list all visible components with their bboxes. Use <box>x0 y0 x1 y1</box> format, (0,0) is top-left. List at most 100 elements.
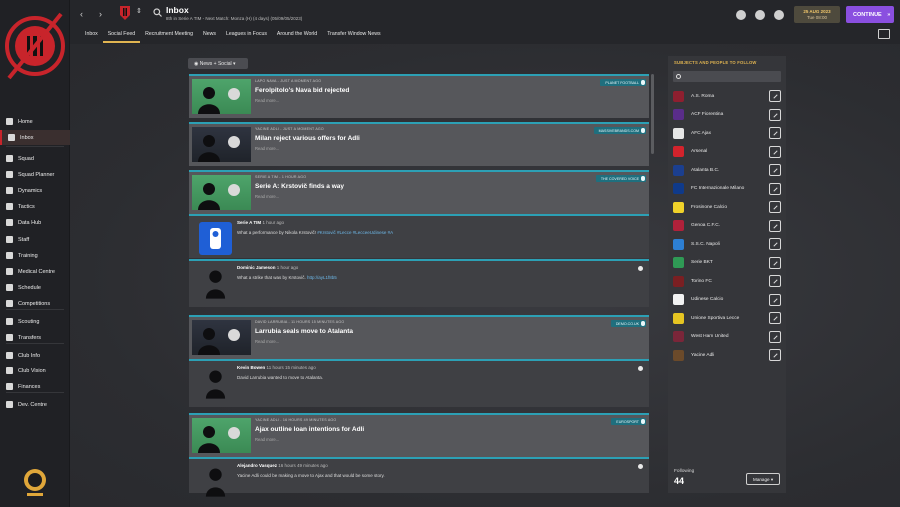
follow-toggle-icon[interactable] <box>769 330 781 343</box>
post-tags[interactable]: #Krstovič #Lecce #LecceeUdinese #A <box>317 230 393 235</box>
author-avatar[interactable] <box>199 465 232 498</box>
follow-toggle-icon[interactable] <box>769 256 781 269</box>
switch-club-icon[interactable]: ⇕ <box>136 7 142 15</box>
follow-item[interactable]: Udinese Calcio <box>673 292 783 308</box>
manage-button[interactable]: Manage ▾ <box>746 473 780 485</box>
follow-item[interactable]: Torino FC <box>673 273 783 289</box>
author-name[interactable]: Alejandro Vasquez <box>237 463 277 468</box>
tab-around-the-world[interactable]: Around the World <box>272 30 322 43</box>
author-avatar[interactable] <box>199 222 232 255</box>
news-title[interactable]: Serie A: Krstovič finds a way <box>255 183 344 190</box>
follow-item[interactable]: Arsenal <box>673 144 783 160</box>
search-icon[interactable] <box>153 8 162 17</box>
news-title[interactable]: Larrubia seals move to Atalanta <box>255 328 353 335</box>
tab-news[interactable]: News <box>198 30 221 43</box>
sidebar-item-dynamics[interactable]: Dynamics <box>0 183 70 198</box>
sidebar-item-training[interactable]: Training <box>0 248 70 263</box>
author-name[interactable]: Kevin Bowen <box>237 365 265 370</box>
sidebar-item-scouting[interactable]: Scouting <box>0 314 70 329</box>
sidebar-item-tactics[interactable]: Tactics <box>0 199 70 214</box>
app-root: { "sidebar": { "items": [ {"label": "Hom… <box>0 0 900 507</box>
social-post[interactable]: Kevin Bowen 11 hours 15 minutes ago David… <box>189 359 649 407</box>
sidebar-item-dev-centre[interactable]: Dev. Centre <box>0 397 70 412</box>
notifications-icon[interactable] <box>774 10 784 20</box>
news-card[interactable]: YACINE ADLI - JUST A MOMENT AGO Milan rej… <box>189 122 649 166</box>
follow-toggle-icon[interactable] <box>769 201 781 213</box>
club-crest-icon[interactable] <box>3 8 67 88</box>
follow-item[interactable]: Frosinone Calcio <box>673 199 783 215</box>
follow-toggle-icon[interactable] <box>769 145 781 158</box>
social-post[interactable]: Serie A TIM 1 hour ago What a performance… <box>189 214 649 258</box>
follow-toggle-icon[interactable] <box>769 164 781 176</box>
tab-transfer-window-news[interactable]: Transfer Window News <box>322 30 385 43</box>
follow-search-input[interactable] <box>673 71 781 82</box>
read-more-link[interactable]: Read more... <box>255 146 279 151</box>
follow-toggle-icon[interactable] <box>769 182 781 195</box>
follow-item[interactable]: FC Internazionale Milano <box>673 181 783 197</box>
help-icon[interactable] <box>755 10 765 20</box>
tab-social-feed[interactable]: Social Feed <box>102 30 141 43</box>
read-more-link[interactable]: Read more... <box>255 437 279 442</box>
follow-toggle-icon[interactable] <box>769 238 781 250</box>
club-badge-icon[interactable] <box>119 5 131 21</box>
news-card[interactable]: SERIE A TIM - 1 HOUR AGO Serie A: Krstovi… <box>189 170 649 214</box>
chat-icon[interactable] <box>878 29 890 39</box>
follow-item[interactable]: West Ham United <box>673 329 783 345</box>
follow-toggle-icon[interactable] <box>769 312 781 324</box>
follow-item[interactable]: S.S.C. Napoli <box>673 236 783 252</box>
tab-inbox[interactable]: Inbox <box>80 30 103 43</box>
author-avatar[interactable] <box>199 267 232 300</box>
news-title[interactable]: Ajax outline loan intentions for Adli <box>255 426 364 433</box>
author-name[interactable]: Serie A TIM <box>237 220 261 225</box>
social-post[interactable]: Alejandro Vasquez 16 hours 49 minutes ag… <box>189 457 649 497</box>
back-arrow-icon[interactable]: ‹ <box>80 9 83 19</box>
read-more-link[interactable]: Read more... <box>255 98 279 103</box>
follow-item[interactable]: AFC Ajax <box>673 125 783 141</box>
news-card[interactable]: YACINE ADLI - 16 HOURS 49 MINUTES AGO Aja… <box>189 413 649 457</box>
feed-scrollbar[interactable] <box>651 74 654 154</box>
sidebar: Home Inbox Squad Squad Planner Dynamics Tacti… <box>0 0 70 507</box>
sidebar-item-medical-centre[interactable]: Medical Centre <box>0 264 70 279</box>
follow-item[interactable]: Serie BKT <box>673 255 783 271</box>
author-avatar[interactable] <box>199 367 232 400</box>
news-title[interactable]: Ferolpitolo's Nava bid rejected <box>255 87 349 94</box>
squad-icon <box>6 155 13 162</box>
sidebar-item-home[interactable]: Home <box>0 114 70 129</box>
author-name[interactable]: Dominic Jameson <box>237 265 276 270</box>
sidebar-item-schedule[interactable]: Schedule <box>0 280 70 295</box>
sidebar-item-staff[interactable]: Staff <box>0 232 70 247</box>
sidebar-item-data-hub[interactable]: Data Hub <box>0 215 70 230</box>
sidebar-item-squad[interactable]: Squad <box>0 151 70 166</box>
follow-item[interactable]: ACF Fiorentina <box>673 107 783 123</box>
follow-toggle-icon[interactable] <box>769 349 781 361</box>
sidebar-item-club-vision[interactable]: Club Vision <box>0 363 70 378</box>
continue-button[interactable]: CONTINUE » <box>846 6 894 23</box>
read-more-link[interactable]: Read more... <box>255 339 279 344</box>
follow-toggle-icon[interactable] <box>769 108 781 121</box>
settings-icon[interactable] <box>736 10 746 20</box>
news-card[interactable]: LAPO NAVA - JUST A MOMENT AGO Ferolpitolo… <box>189 74 649 118</box>
follow-item[interactable]: Unione Sportiva Lecce <box>673 310 783 326</box>
feed-filter-dropdown[interactable]: ◉ News + Social ▾ <box>188 58 248 69</box>
follow-toggle-icon[interactable] <box>769 127 781 139</box>
follow-item[interactable]: Atalanta B.C. <box>673 162 783 178</box>
forward-arrow-icon[interactable]: › <box>99 9 102 19</box>
game-date[interactable]: 25 AUG 2023 Tue 08:00 <box>794 6 840 23</box>
news-card[interactable]: DAVID LARRUBIA - 11 HOURS 15 MINUTES AGO… <box>189 315 649 359</box>
follow-item[interactable]: Genoa C.F.C. <box>673 218 783 234</box>
follow-toggle-icon[interactable] <box>769 293 781 306</box>
follow-item[interactable]: Yacine Adli <box>673 347 783 363</box>
follow-item[interactable]: A.S. Roma <box>673 88 783 104</box>
post-tags[interactable]: http://ayL1f8b5 <box>307 275 337 280</box>
follow-toggle-icon[interactable] <box>769 275 781 287</box>
social-post[interactable]: Dominic Jameson 1 hour ago What a strike … <box>189 259 649 307</box>
tab-leagues-in-focus[interactable]: Leagues in Focus <box>221 30 272 43</box>
tab-recruitment-meeting[interactable]: Recruitment Meeting <box>140 30 198 43</box>
follow-toggle-icon[interactable] <box>769 90 781 102</box>
read-more-link[interactable]: Read more... <box>255 194 279 199</box>
news-title[interactable]: Milan reject various offers for Adli <box>255 135 360 142</box>
sidebar-item-club-info[interactable]: Club Info <box>0 348 70 363</box>
sidebar-item-inbox[interactable]: Inbox <box>0 130 70 145</box>
sidebar-item-squad-planner[interactable]: Squad Planner <box>0 167 70 182</box>
follow-toggle-icon[interactable] <box>769 219 781 232</box>
